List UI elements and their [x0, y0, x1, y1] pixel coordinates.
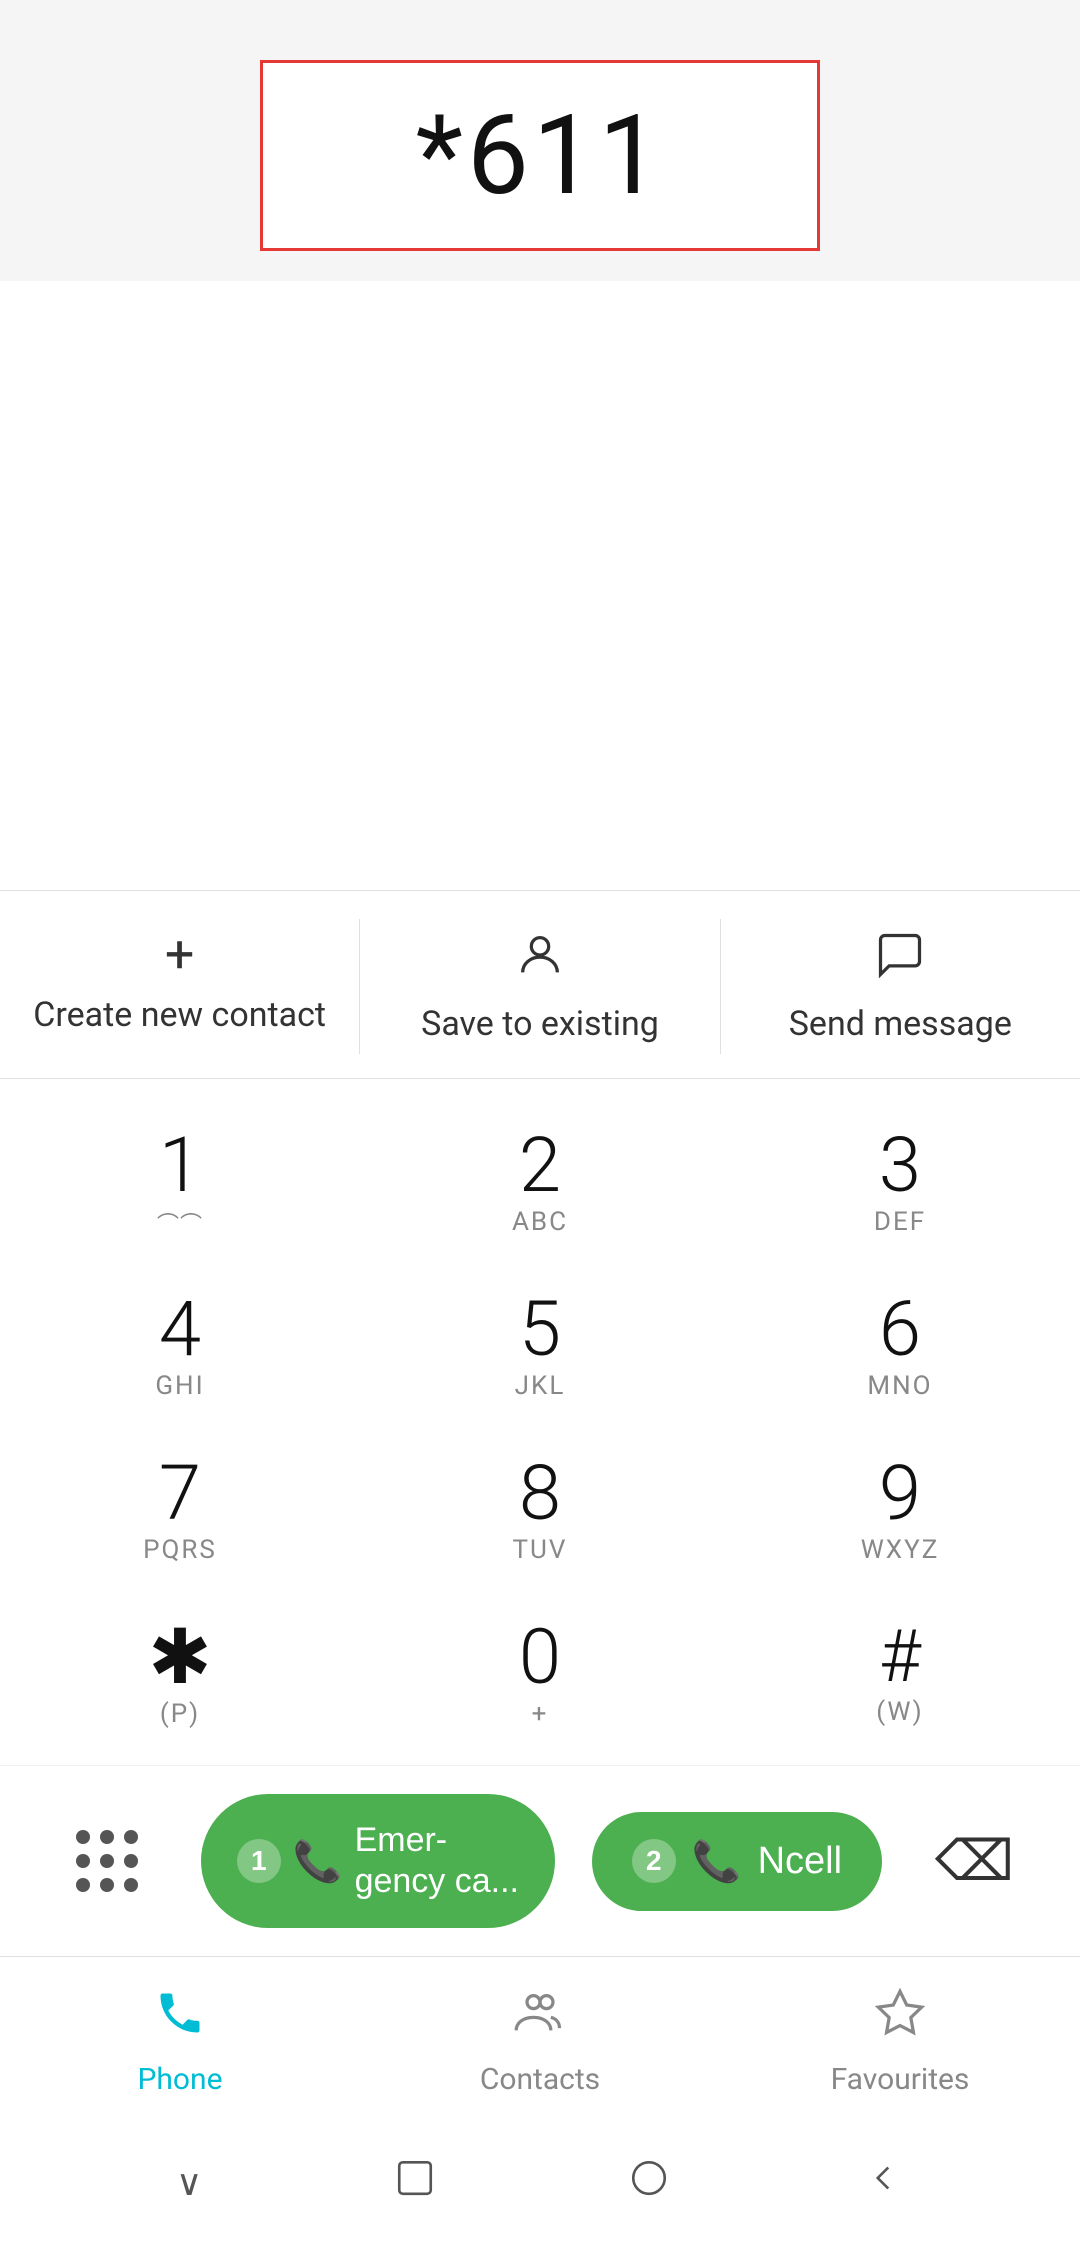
dial-key-7[interactable]: 7 PQRS	[0, 1427, 360, 1591]
ncell-call-button[interactable]: 2 📞 Ncell	[592, 1812, 882, 1911]
backspace-icon: ⌫	[935, 1828, 1014, 1894]
dial-key-star[interactable]: ✱ (P)	[0, 1591, 360, 1755]
dial-key-5[interactable]: 5 JKL	[360, 1263, 720, 1427]
system-home-button[interactable]	[374, 2147, 456, 2219]
phone-nav-label: Phone	[137, 2062, 222, 2097]
save-existing-label: Save to existing	[421, 1004, 659, 1044]
star-nav-icon	[874, 1987, 926, 2052]
dial-key-4[interactable]: 4 GHI	[0, 1263, 360, 1427]
nav-phone[interactable]: Phone	[0, 1987, 360, 2097]
dial-key-6[interactable]: 6 MNO	[720, 1263, 1080, 1427]
create-contact-label: Create new contact	[33, 995, 326, 1035]
call-icon-1: 📞	[293, 1838, 343, 1885]
sim1-badge: 1	[237, 1839, 281, 1883]
dialpad-row-2: 4 GHI 5 JKL 6 MNO	[0, 1263, 1080, 1427]
action-row: + Create new contact Save to existing Se…	[0, 890, 1080, 1079]
dialpad: 1 ⌒⌒ 2 ABC 3 DEF 4 GHI 5 JKL 6 MNO 7 PQR…	[0, 1079, 1080, 1765]
dots-grid-icon	[66, 1820, 148, 1902]
bottom-actions-row: 1 📞 Emer-gency ca... 2 📞 Ncell ⌫	[0, 1765, 1080, 1956]
dial-key-3[interactable]: 3 DEF	[720, 1099, 1080, 1263]
person-icon	[514, 929, 566, 990]
dial-key-hash[interactable]: # (W)	[720, 1591, 1080, 1755]
spacer-area	[0, 281, 1080, 890]
system-menu-button[interactable]	[842, 2147, 924, 2219]
phone-nav-icon	[154, 1987, 206, 2052]
sim2-badge: 2	[632, 1839, 676, 1883]
system-nav-bar: ∨	[0, 2117, 1080, 2249]
send-message-label: Send message	[789, 1004, 1012, 1044]
ncell-call-label: Ncell	[758, 1840, 842, 1883]
contacts-nav-label: Contacts	[480, 2062, 600, 2097]
dial-key-9[interactable]: 9 WXYZ	[720, 1427, 1080, 1591]
dialpad-row-1: 1 ⌒⌒ 2 ABC 3 DEF	[0, 1099, 1080, 1263]
dialpad-row-3: 7 PQRS 8 TUV 9 WXYZ	[0, 1427, 1080, 1591]
create-new-contact-button[interactable]: + Create new contact	[0, 919, 360, 1054]
favourites-nav-label: Favourites	[831, 2062, 970, 2097]
emergency-call-label: Emer-gency ca...	[355, 1820, 519, 1902]
send-message-button[interactable]: Send message	[721, 919, 1080, 1054]
nav-favourites[interactable]: Favourites	[720, 1987, 1080, 2097]
dial-key-2[interactable]: 2 ABC	[360, 1099, 720, 1263]
nav-contacts[interactable]: Contacts	[360, 1987, 720, 2097]
bottom-nav-bar: Phone Contacts Favourites	[0, 1956, 1080, 2117]
dial-key-8[interactable]: 8 TUV	[360, 1427, 720, 1591]
emergency-call-button[interactable]: 1 📞 Emer-gency ca...	[201, 1794, 555, 1928]
dial-key-0[interactable]: 0 +	[360, 1591, 720, 1755]
chat-icon	[874, 929, 926, 990]
dialpad-toggle-button[interactable]	[50, 1804, 164, 1918]
phone-number-display: *611	[416, 91, 665, 220]
backspace-button[interactable]: ⌫	[919, 1812, 1030, 1910]
call-icon-2: 📞	[692, 1838, 742, 1885]
system-back-button[interactable]: ∨	[156, 2152, 222, 2214]
system-recents-button[interactable]	[608, 2147, 690, 2219]
contacts-nav-icon	[514, 1987, 566, 2052]
plus-icon: +	[165, 929, 195, 981]
save-to-existing-button[interactable]: Save to existing	[360, 919, 720, 1054]
dial-key-1[interactable]: 1 ⌒⌒	[0, 1099, 360, 1263]
dialer-top: *611	[0, 0, 1080, 281]
phone-input-box[interactable]: *611	[260, 60, 820, 251]
dialpad-row-4: ✱ (P) 0 + # (W)	[0, 1591, 1080, 1755]
